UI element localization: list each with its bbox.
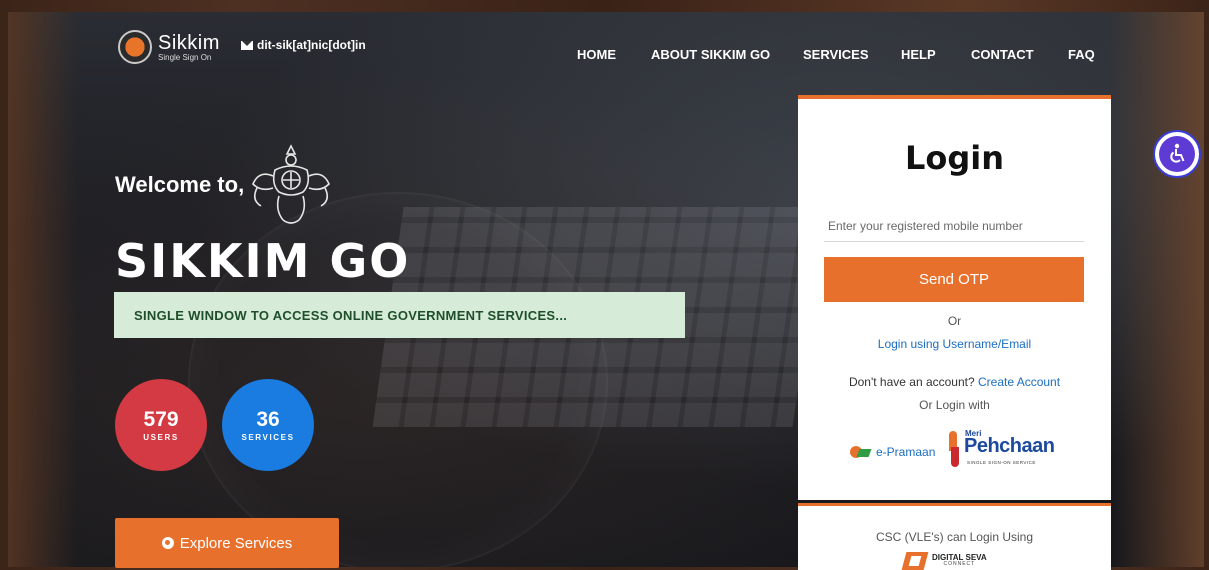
logo-text: Sikkim Single Sign On [158,33,220,62]
contact-email-text: dit-sik[at]nic[dot]in [257,38,366,52]
meri-pehchaan-tagline: SINGLE SIGN-ON SERVICE [967,460,1036,465]
brand-subtitle: Single Sign On [158,52,212,62]
services-label: SERVICES [241,433,295,443]
csc-login-card: CSC (VLE's) can Login Using DIGITAL SEVA… [798,503,1111,570]
meri-pehchaan-name: Pehchaan [964,435,1055,457]
users-label: USERS [143,433,179,443]
explore-services-label: Explore Services [179,534,293,552]
hero-right-edge [1109,12,1204,567]
epramaan-label: e-Pramaan [876,445,936,459]
nav-contact[interactable]: CONTACT [971,47,1034,62]
epramaan-login-button[interactable]: e-Pramaan [850,444,935,460]
epramaan-icon [850,444,872,460]
brand-title: Sikkim [158,31,220,54]
or-login-with-text: Or Login with [919,398,990,412]
hero-left-edge [8,12,78,567]
site-logo[interactable]: Sikkim Single Sign On [118,30,220,64]
digital-seva-sub: CONNECT [943,560,976,567]
nav-faq[interactable]: FAQ [1068,47,1095,62]
users-count: 579 [143,407,179,431]
accessibility-icon [1159,136,1195,172]
logo-emblem-icon [118,30,152,64]
no-account-text: Don't have an account? [848,375,975,389]
nav-services[interactable]: SERVICES [803,47,869,62]
login-card: Login Send OTP Or Login using Username/E… [798,95,1111,500]
or-separator: Or [947,314,962,328]
nav-help[interactable]: HELP [901,47,936,62]
nav-home[interactable]: HOME [577,47,616,62]
site-title: SIKKIM GO [115,234,411,288]
services-stat: 36 SERVICES [222,379,314,471]
digital-seva-icon [902,550,928,570]
services-count: 36 [256,407,280,431]
globe-icon [161,537,174,549]
meri-pehchaan-flag-icon [947,431,961,467]
login-title: Login [904,139,1005,177]
no-account-row: Don't have an account? Create Account [798,375,1111,389]
login-username-email-link[interactable]: Login using Username/Email [798,337,1111,351]
create-account-link[interactable]: Create Account [978,375,1060,389]
users-stat: 579 USERS [115,379,207,471]
send-otp-button[interactable]: Send OTP [824,257,1084,302]
contact-email[interactable]: dit-sik[at]nic[dot]in [241,38,366,52]
meri-pehchaan-login-button[interactable]: Meri Pehchaan SINGLE SIGN-ON SERVICE [947,429,1059,469]
csc-login-text: CSC (VLE's) can Login Using [875,530,1034,544]
digital-seva-connect-button[interactable]: DIGITAL SEVA CONNECT [902,550,987,570]
mobile-number-input[interactable] [824,210,1084,242]
mail-icon [241,40,253,50]
welcome-text: Welcome to, [115,172,245,197]
state-emblem-icon [252,144,330,224]
nav-about-sikkim-go[interactable]: ABOUT SIKKIM GO [651,47,770,62]
tagline-banner: SINGLE WINDOW TO ACCESS ONLINE GOVERNMEN… [114,292,685,338]
explore-services-button[interactable]: Explore Services [115,518,339,568]
digital-seva-text: DIGITAL SEVA CONNECT [932,553,987,567]
accessibility-button[interactable] [1153,130,1201,178]
